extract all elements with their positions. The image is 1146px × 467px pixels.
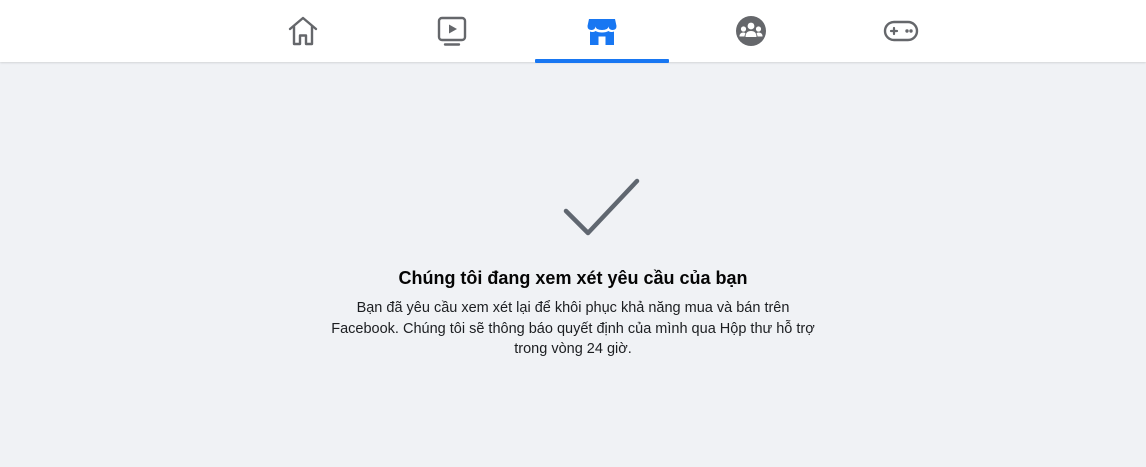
tab-marketplace[interactable]	[535, 0, 669, 63]
marketplace-store-icon	[585, 14, 619, 48]
gamepad-icon	[883, 14, 919, 48]
tab-gaming[interactable]	[834, 0, 968, 62]
review-status-title: Chúng tôi đang xem xét yêu cầu của bạn	[398, 268, 748, 288]
tab-groups[interactable]	[684, 0, 818, 62]
top-navigation-bar	[0, 0, 1146, 63]
groups-icon	[734, 14, 768, 48]
review-status-description: Bạn đã yêu cầu xem xét lại để khôi phục …	[331, 300, 815, 357]
tab-home[interactable]	[236, 0, 370, 62]
tab-watch[interactable]	[385, 0, 519, 62]
watch-video-icon	[435, 14, 469, 48]
home-icon	[286, 14, 320, 48]
review-status-panel: Chúng tôi đang xem xét yêu cầu của bạn B…	[0, 63, 1146, 467]
checkmark-icon	[561, 176, 643, 238]
